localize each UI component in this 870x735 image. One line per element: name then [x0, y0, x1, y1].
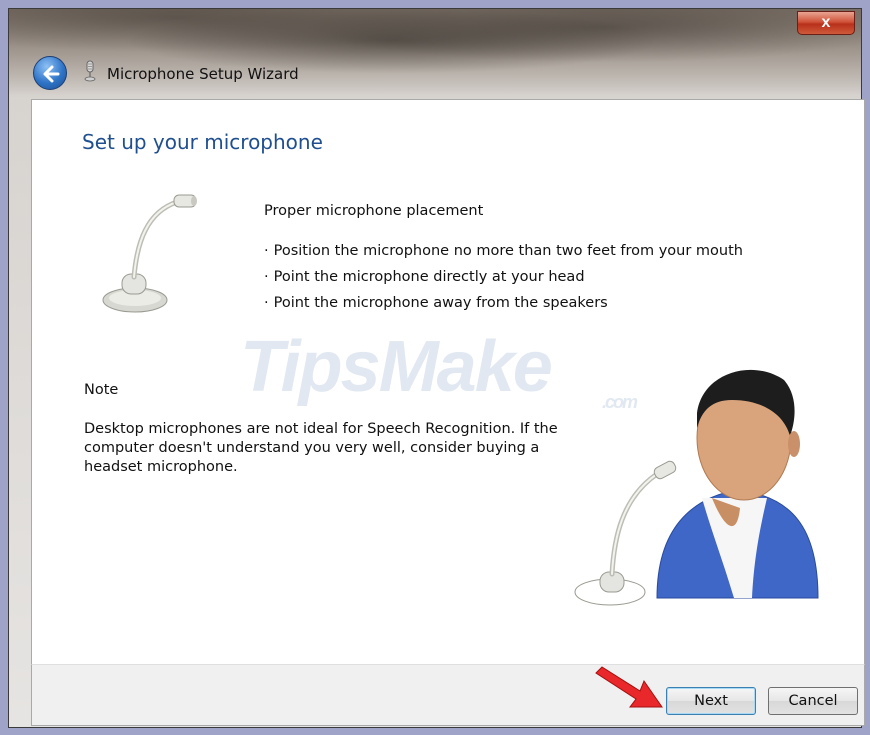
desktop-microphone-icon — [102, 194, 197, 313]
note-text: Desktop microphones are not ideal for Sp… — [84, 421, 558, 475]
list-item: · Point the microphone directly at your h… — [264, 269, 585, 285]
next-button[interactable]: Next — [666, 687, 756, 715]
back-button[interactable] — [33, 56, 67, 90]
watermark: TipsMake — [240, 327, 553, 407]
person-with-microphone-icon — [574, 369, 819, 606]
placement-tips: · Position the microphone no more than tw… — [264, 243, 743, 321]
title-bar-background — [9, 9, 861, 99]
close-button[interactable]: x — [797, 11, 855, 35]
window-title: Microphone Setup Wizard — [107, 65, 299, 83]
red-arrow-icon — [595, 666, 663, 708]
list-item: · Position the microphone no more than tw… — [264, 243, 743, 259]
page-heading: Set up your microphone — [82, 130, 323, 154]
wizard-footer: Next Cancel — [31, 664, 865, 726]
list-item: · Point the microphone away from the spea… — [264, 295, 608, 311]
note-label: Note — [84, 382, 119, 398]
cancel-button[interactable]: Cancel — [768, 687, 858, 715]
microphone-icon — [84, 60, 96, 82]
wizard-content: Set up your microphone Proper microphone… — [31, 99, 865, 664]
wizard-window: x Microphone Setup Wizard Set up your mi… — [8, 8, 865, 728]
back-arrow-icon — [43, 65, 60, 83]
placement-title: Proper microphone placement — [264, 203, 484, 219]
